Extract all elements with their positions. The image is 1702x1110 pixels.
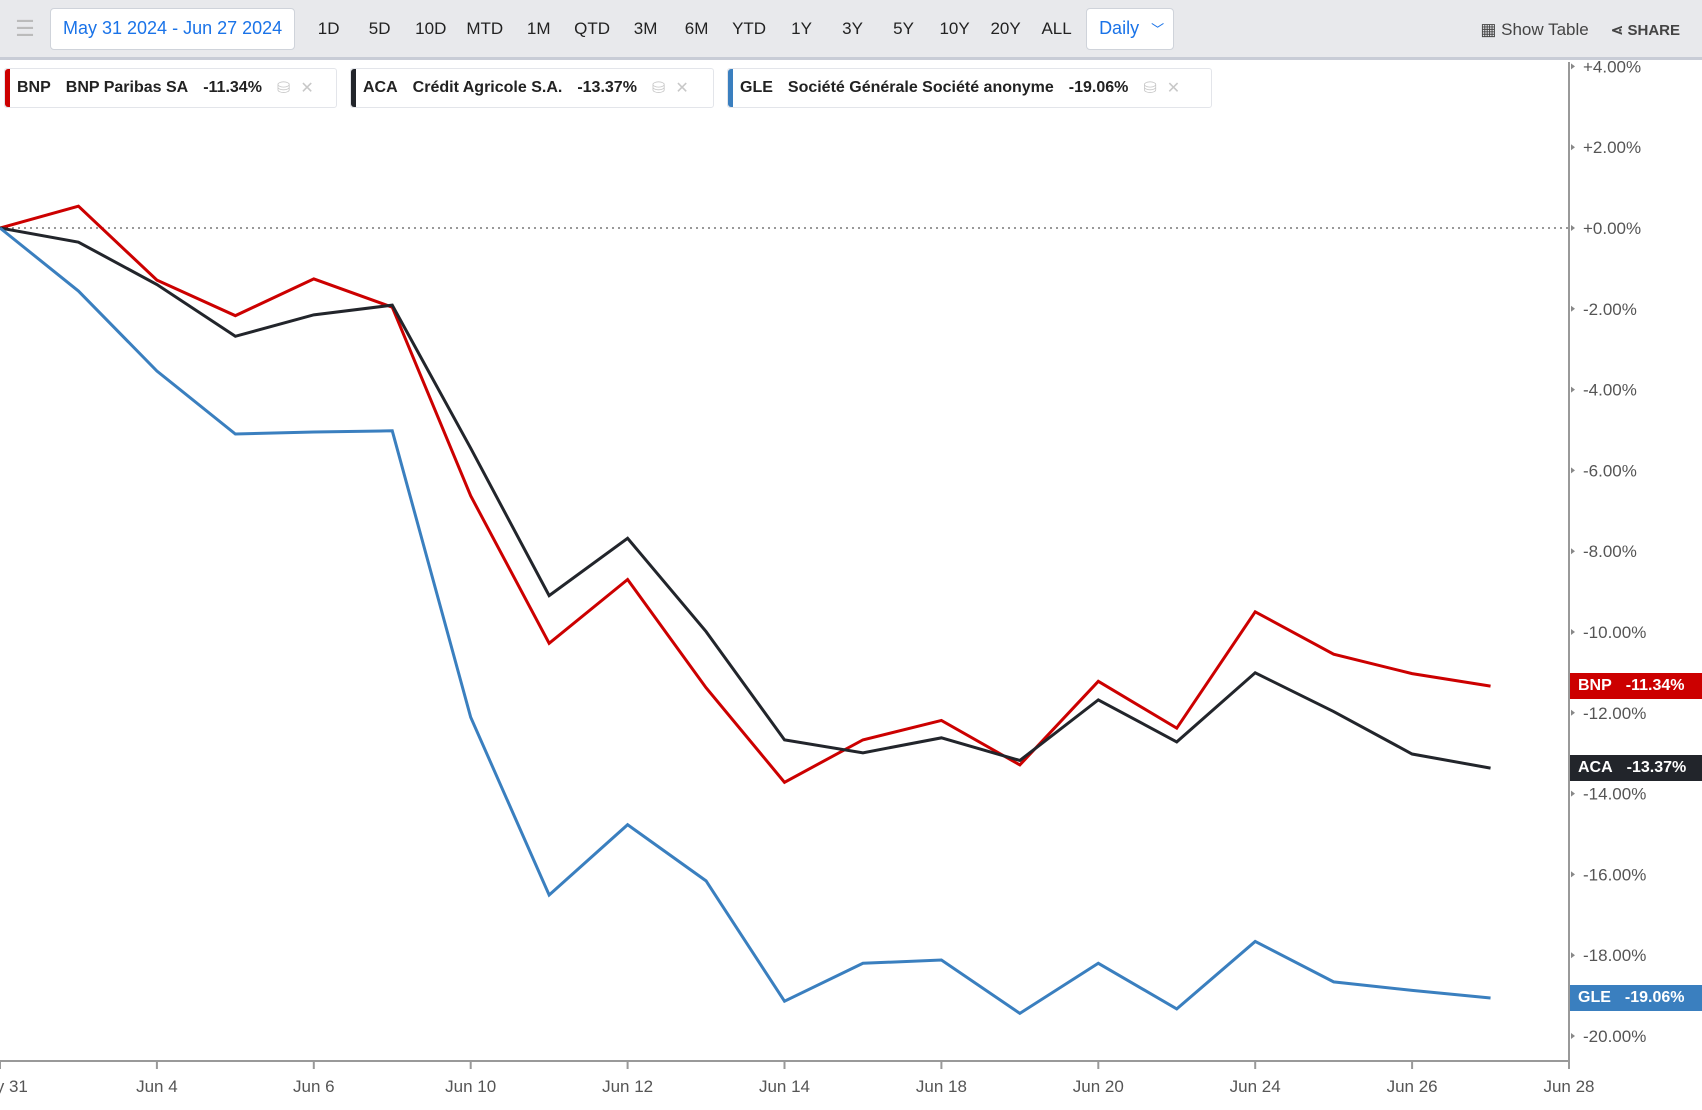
y-tick-label: +0.00% xyxy=(1583,219,1641,238)
x-tick-label: Jun 6 xyxy=(293,1077,335,1096)
y-tick-label: -12.00% xyxy=(1583,704,1646,723)
legend-chip-bnp[interactable]: BNP BNP Paribas SA -11.34% ⛁ ✕ xyxy=(4,68,337,108)
y-tick xyxy=(1571,548,1575,555)
y-tick xyxy=(1571,144,1575,151)
y-tick xyxy=(1571,790,1575,797)
series-line-bnp[interactable] xyxy=(0,204,1491,785)
chevron-down-icon: ﹀ xyxy=(1151,22,1165,37)
tag-ticker: GLE xyxy=(1578,989,1611,1007)
tag-ticker: ACA xyxy=(1578,759,1613,777)
tag-value: -11.34% xyxy=(1625,677,1685,695)
date-range-picker[interactable]: May 31 2024 - Jun 27 2024 xyxy=(50,7,296,50)
range-button-3y[interactable]: 3Y xyxy=(827,8,878,50)
legend-chip-aca[interactable]: ACA Crédit Agricole S.A. -13.37% ⛁ ✕ xyxy=(350,68,714,108)
legend-change: -11.34% xyxy=(203,79,262,96)
range-button-5y[interactable]: 5Y xyxy=(878,8,929,50)
legend-ticker: ACA xyxy=(363,79,398,96)
show-table-label: Show Table xyxy=(1501,20,1589,39)
table-icon: ▦ xyxy=(1480,20,1502,39)
range-button-5d[interactable]: 5D xyxy=(354,8,405,50)
y-tick xyxy=(1571,386,1575,393)
range-button-ytd[interactable]: YTD xyxy=(722,8,776,50)
y-tick-label: -18.00% xyxy=(1583,946,1646,965)
x-tick-label: Jun 12 xyxy=(602,1077,653,1096)
close-icon[interactable]: ✕ xyxy=(1167,78,1180,98)
x-tick-label: Jun 10 xyxy=(445,1077,496,1096)
last-value-tag-bnp: BNP -11.34% xyxy=(1570,673,1702,700)
range-button-1d[interactable]: 1D xyxy=(303,8,354,50)
share-icon: ⋖ xyxy=(1610,22,1628,39)
x-tick-label: Jun 18 xyxy=(916,1077,967,1096)
legend-change: -19.06% xyxy=(1068,79,1129,96)
range-button-mtd[interactable]: MTD xyxy=(456,8,513,50)
legend-name: Crédit Agricole S.A. xyxy=(412,79,563,96)
y-tick-label: -20.00% xyxy=(1583,1027,1646,1046)
y-tick xyxy=(1571,63,1575,70)
range-button-qtd[interactable]: QTD xyxy=(564,8,620,50)
range-button-3m[interactable]: 3M xyxy=(620,8,671,50)
range-button-20y[interactable]: 20Y xyxy=(980,8,1031,50)
tag-ticker: BNP xyxy=(1578,677,1612,695)
y-tick-label: -10.00% xyxy=(1583,623,1646,642)
y-tick xyxy=(1571,1033,1575,1039)
y-tick-label: -14.00% xyxy=(1583,785,1646,804)
y-tick-label: -4.00% xyxy=(1583,381,1637,400)
legend-name: Société Générale Société anonyme xyxy=(787,79,1054,96)
y-tick xyxy=(1571,305,1575,312)
y-tick-label: -2.00% xyxy=(1583,300,1637,319)
x-tick-label: Jun 24 xyxy=(1230,1077,1281,1096)
x-tick-label: Jun 20 xyxy=(1073,1077,1124,1096)
color-bar xyxy=(5,69,10,107)
y-tick xyxy=(1571,629,1575,635)
last-value-tag-aca: ACA -13.37% xyxy=(1570,755,1702,782)
range-button-1y[interactable]: 1Y xyxy=(776,8,827,50)
close-icon[interactable]: ✕ xyxy=(300,78,313,98)
legend-name: BNP Paribas SA xyxy=(65,79,189,96)
range-buttons: 1D 5D 10D MTD 1M QTD 3M 6M YTD 1Y 3Y 5Y 10Y 20Y ALL xyxy=(303,8,1082,50)
line-chart[interactable]: +4.00% +2.00% +0.00% -2.00% -4.00% -6.00% -8.0… xyxy=(0,0,1702,1110)
color-bar xyxy=(728,69,733,107)
range-button-10y[interactable]: 10Y xyxy=(929,8,980,50)
range-button-10d[interactable]: 10D xyxy=(405,8,456,50)
y-tick-label: -6.00% xyxy=(1583,461,1637,480)
share-button[interactable]: ⋖ SHARE xyxy=(1611,21,1680,39)
range-button-6m[interactable]: 6M xyxy=(671,8,722,50)
collapse-icon[interactable]: ☰ xyxy=(0,16,50,42)
toolbar: ☰ May 31 2024 - Jun 27 2024 1D 5D 10D MTD 1M… xyxy=(0,0,1702,60)
x-tick-label: Jun 4 xyxy=(136,1077,178,1096)
y-tick-label: -16.00% xyxy=(1583,865,1646,884)
last-value-tag-gle: GLE -19.06% xyxy=(1570,985,1702,1012)
tag-value: -13.37% xyxy=(1626,759,1687,777)
x-tick-label: Jun 28 xyxy=(1543,1077,1594,1096)
x-tick-label: May 31 xyxy=(0,1077,28,1096)
x-tick-label: Jun 14 xyxy=(759,1077,810,1096)
share-label: SHARE xyxy=(1627,22,1680,39)
y-tick-label: +2.00% xyxy=(1583,138,1641,157)
legend-ticker: BNP xyxy=(17,79,51,96)
y-tick xyxy=(1571,709,1575,716)
settings-icon[interactable]: ⛁ xyxy=(1143,78,1156,98)
series-line-gle[interactable] xyxy=(0,226,1491,1016)
legend-ticker: GLE xyxy=(740,79,773,96)
range-button-all[interactable]: ALL xyxy=(1031,8,1082,50)
series-line-aca[interactable] xyxy=(0,226,1491,770)
y-tick xyxy=(1571,871,1575,878)
show-table-button[interactable]: ▦ Show Table xyxy=(1480,20,1588,40)
y-tick-label: -8.00% xyxy=(1583,542,1637,561)
settings-icon[interactable]: ⛁ xyxy=(652,78,665,98)
interval-value: Daily xyxy=(1099,18,1140,38)
y-tick xyxy=(1571,467,1575,474)
x-tick-label: Jun 26 xyxy=(1387,1077,1438,1096)
y-tick-label: +4.00% xyxy=(1583,57,1641,76)
legend-chip-gle[interactable]: GLE Société Générale Société anonyme -19.0… xyxy=(727,68,1212,108)
interval-select[interactable]: Daily ﹀ xyxy=(1086,7,1175,50)
settings-icon[interactable]: ⛁ xyxy=(277,78,290,98)
tag-value: -19.06% xyxy=(1624,989,1685,1007)
legend-change: -13.37% xyxy=(577,79,637,96)
range-button-1m[interactable]: 1M xyxy=(513,8,564,50)
color-bar xyxy=(351,69,356,107)
y-tick xyxy=(1571,952,1575,959)
close-icon[interactable]: ✕ xyxy=(675,78,688,98)
y-tick xyxy=(1571,225,1575,231)
